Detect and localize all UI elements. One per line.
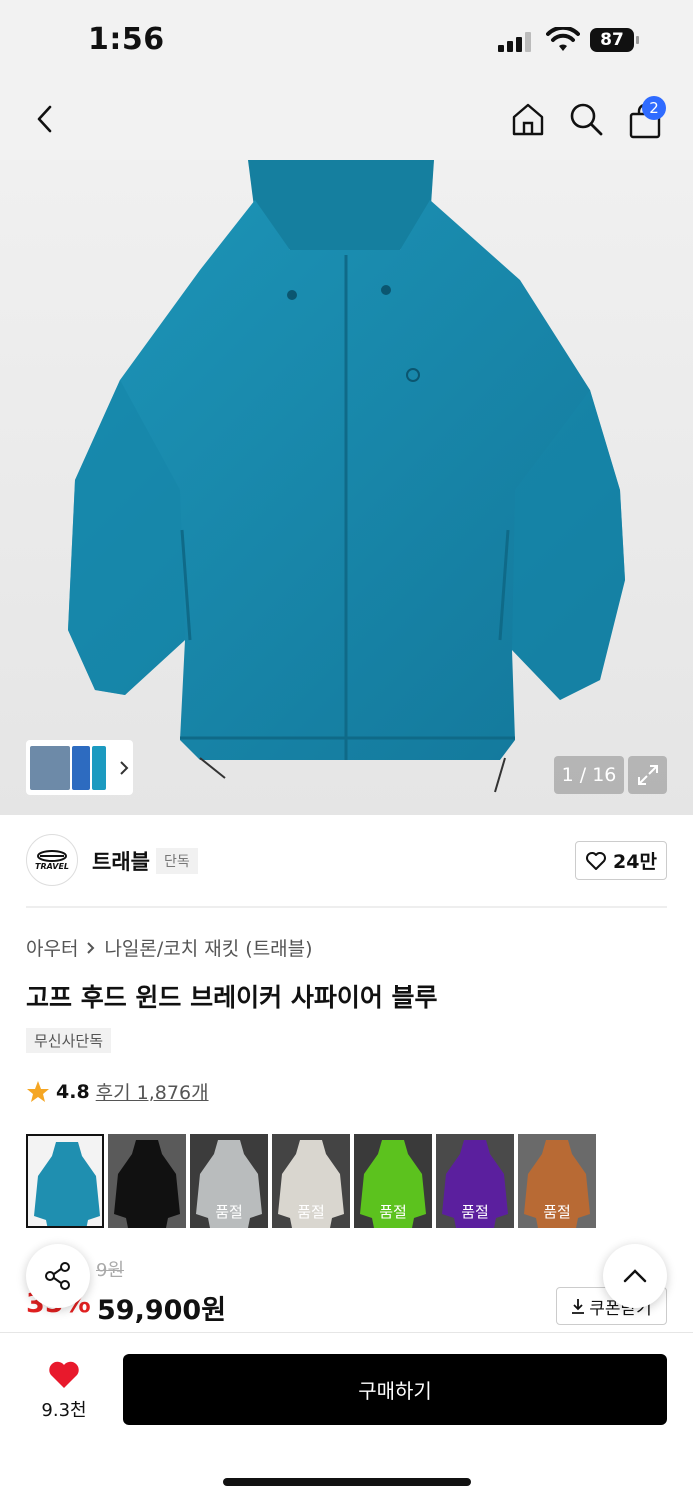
- brand-logo-text: TRAVEL: [34, 861, 70, 871]
- product-image[interactable]: [0, 160, 693, 815]
- thumbnail-preview: [72, 745, 90, 790]
- brand-exclusive-tag: 단독: [156, 848, 198, 874]
- cart-count-badge: 2: [642, 96, 666, 120]
- rating-value: 4.8: [56, 1080, 90, 1103]
- soldout-label: 품절: [379, 1203, 407, 1221]
- search-button[interactable]: [563, 96, 609, 142]
- home-indicator: [223, 1478, 471, 1486]
- heart-filled-icon: [49, 1361, 79, 1388]
- brand-like-button[interactable]: 24만: [575, 841, 667, 880]
- status-time: 1:56: [88, 22, 165, 57]
- rating-row: 4.8 후기 1,876개: [26, 1078, 209, 1105]
- expand-icon: [637, 765, 658, 785]
- variant-jacket-image: [114, 1140, 180, 1228]
- expand-button[interactable]: [628, 756, 667, 794]
- color-variant-thumbnail[interactable]: 품절: [190, 1134, 268, 1228]
- wish-button[interactable]: [41, 1352, 87, 1398]
- image-thumbnails-toggle[interactable]: [26, 740, 133, 795]
- home-icon: [512, 103, 544, 136]
- soldout-label: 품절: [461, 1203, 489, 1221]
- jacket-image: [68, 160, 625, 793]
- brand-name[interactable]: 트래블: [92, 846, 150, 876]
- color-variant-thumbnail[interactable]: 품절: [272, 1134, 350, 1228]
- color-variant-thumbnail[interactable]: 품절: [436, 1134, 514, 1228]
- download-icon: [572, 1299, 585, 1314]
- color-variant-thumbnail[interactable]: [108, 1134, 186, 1228]
- sale-price: 59,900원: [97, 1295, 227, 1326]
- product-title: 고프 후드 윈드 브레이커 사파이어 블루: [26, 983, 438, 1012]
- breadcrumb-category[interactable]: 아우터: [26, 934, 78, 961]
- back-button[interactable]: [22, 96, 68, 142]
- brand-logo-mark: [37, 849, 67, 862]
- color-variant-thumbnail[interactable]: [26, 1134, 104, 1228]
- search-icon: [570, 103, 603, 136]
- soldout-label: 품절: [297, 1203, 325, 1221]
- soldout-label: 품절: [215, 1203, 243, 1221]
- original-price: 9원: [96, 1260, 125, 1281]
- chevron-right-icon: [120, 760, 129, 775]
- back-icon: [37, 105, 52, 133]
- star-icon: [27, 1080, 49, 1102]
- thumbnail-preview: [30, 745, 70, 790]
- heart-outline-icon: [586, 851, 607, 870]
- review-link[interactable]: 후기 1,876개: [96, 1078, 209, 1105]
- image-counter: 1 / 16: [554, 756, 624, 794]
- chevron-up-icon: [623, 1269, 647, 1283]
- color-variant-thumbnail[interactable]: 품절: [354, 1134, 432, 1228]
- color-variant-thumbnail[interactable]: 품절: [518, 1134, 596, 1228]
- thumbnail-preview: [92, 745, 106, 790]
- brand-logo[interactable]: TRAVEL: [26, 834, 78, 886]
- scroll-top-button[interactable]: [603, 1244, 667, 1308]
- wifi-icon: [546, 27, 580, 51]
- soldout-label: 품절: [543, 1203, 571, 1221]
- variant-jacket-image: [34, 1142, 100, 1226]
- chevron-right-icon: [87, 941, 95, 954]
- divider: [26, 906, 667, 908]
- buy-button[interactable]: 구매하기: [123, 1354, 667, 1425]
- home-button[interactable]: [505, 96, 551, 142]
- share-icon: [45, 1262, 70, 1290]
- breadcrumb: 아우터 나일론/코치 재킷 (트래블): [26, 934, 313, 961]
- brand-like-count: 24만: [613, 851, 657, 873]
- color-variant-list: 품절 품절 품절 품절 품절: [26, 1134, 596, 1228]
- battery-level: 87: [590, 28, 634, 52]
- wish-count: 9.3천: [41, 1400, 87, 1421]
- battery-icon: 87: [590, 28, 640, 52]
- breadcrumb-subcategory[interactable]: 나일론/코치 재킷 (트래블): [104, 934, 312, 961]
- share-button[interactable]: [26, 1244, 90, 1308]
- exclusive-badge: 무신사단독: [26, 1028, 112, 1053]
- cellular-signal-icon: [498, 32, 531, 52]
